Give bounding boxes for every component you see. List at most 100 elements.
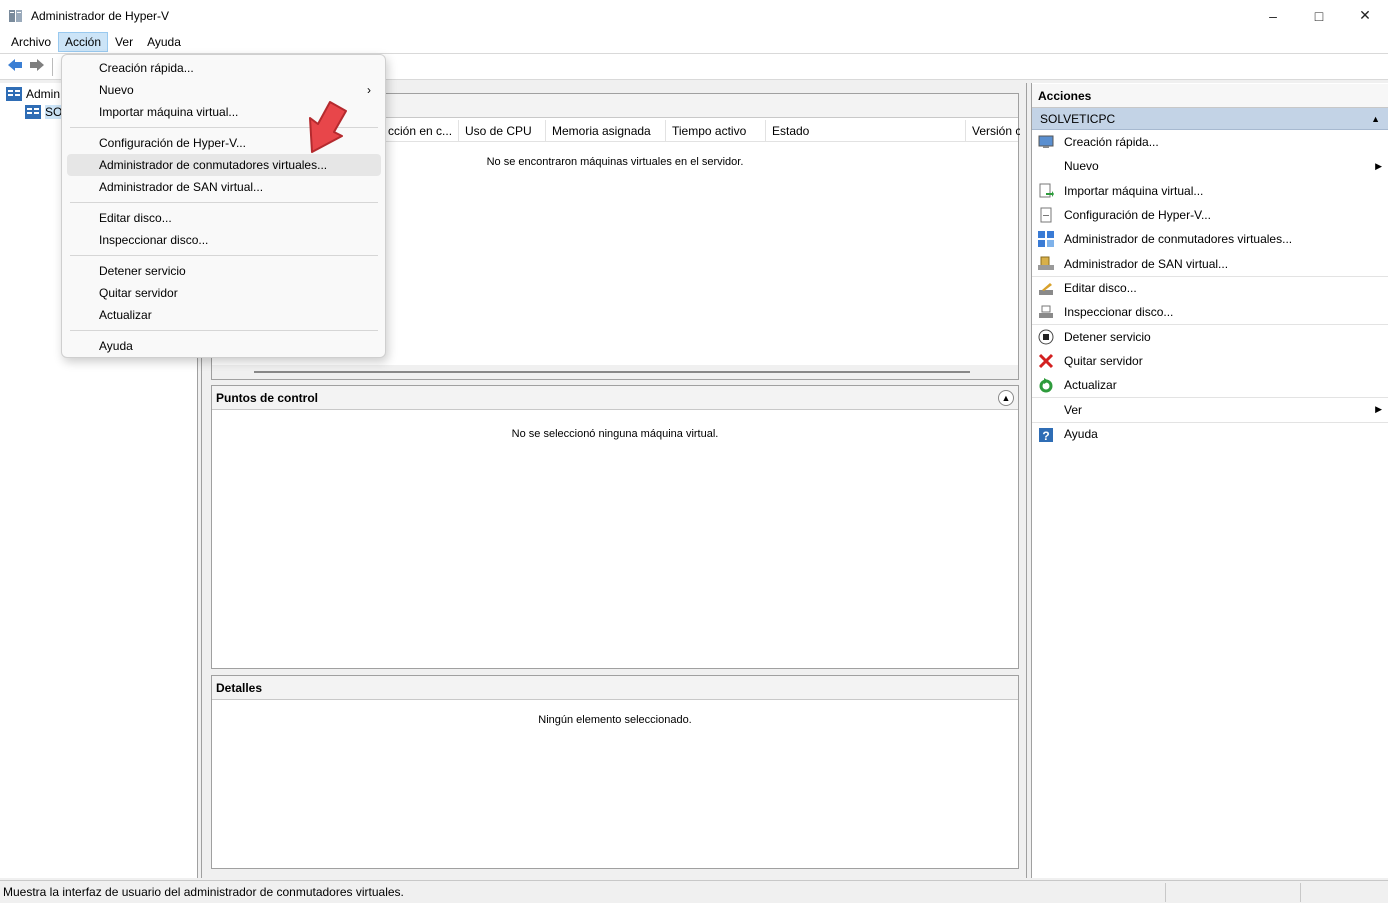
annotation-arrow-icon (300, 98, 352, 156)
action-import-vm[interactable]: Importar máquina virtual... (1032, 179, 1388, 203)
checkpoints-title: Puntos de control (216, 391, 318, 405)
inspect-disk-icon (1038, 304, 1054, 320)
menu-item-help[interactable]: Ayuda (67, 335, 381, 357)
minimize-button[interactable]: – (1250, 0, 1296, 31)
tree-item-server[interactable]: SO (25, 103, 63, 121)
tree-server-label: SO (45, 105, 63, 119)
menu-item-label: Nuevo (99, 83, 134, 97)
section-label: SOLVETICPC (1040, 112, 1116, 126)
edit-disk-icon (1038, 281, 1054, 297)
checkpoints-empty-message: No se seleccionó ninguna máquina virtual… (511, 428, 719, 440)
actions-section-header[interactable]: SOLVETICPC ▲ (1032, 108, 1388, 130)
action-label: Inspeccionar disco... (1064, 305, 1174, 320)
action-refresh[interactable]: Actualizar (1032, 373, 1388, 397)
column-header[interactable]: Versión c (966, 120, 1020, 142)
column-header[interactable]: Estado (766, 120, 966, 142)
hyperv-app-icon (8, 8, 24, 24)
action-help[interactable]: ? Ayuda (1032, 421, 1388, 446)
status-divider (1165, 883, 1166, 902)
settings-page-icon (1038, 207, 1054, 223)
menu-item-inspect-disk[interactable]: Inspeccionar disco... (67, 229, 381, 251)
action-quick-create[interactable]: Creación rápida... (1032, 130, 1388, 154)
status-divider (1300, 883, 1301, 902)
action-view[interactable]: Ver ▶ (1032, 397, 1388, 421)
action-label: Detener servicio (1064, 330, 1151, 345)
menu-item-virtual-switch-manager[interactable]: Administrador de conmutadores virtuales.… (67, 154, 381, 176)
menu-item-stop-service[interactable]: Detener servicio (67, 260, 381, 282)
action-new[interactable]: Nuevo ▶ (1032, 154, 1388, 178)
action-stop-service[interactable]: Detener servicio (1032, 324, 1388, 348)
svg-text:?: ? (1042, 429, 1049, 443)
column-header[interactable]: Tiempo activo (666, 120, 766, 142)
checkpoints-panel: Puntos de control ▲ No se seleccionó nin… (211, 385, 1019, 669)
action-remove-server[interactable]: Quitar servidor (1032, 349, 1388, 373)
status-bar: Muestra la interfaz de usuario del admin… (0, 880, 1388, 903)
tree-root-label: Admin (26, 87, 61, 101)
column-header[interactable]: Uso de CPU (459, 120, 546, 142)
menu-separator (70, 330, 378, 331)
back-button[interactable] (4, 57, 26, 77)
details-panel: Detalles Ningún elemento seleccionado. (211, 675, 1019, 869)
tree-item-root[interactable]: Admin (6, 85, 60, 103)
close-button[interactable]: ✕ (1342, 0, 1388, 31)
back-arrow-icon (7, 58, 23, 75)
menu-accion[interactable]: Acción (58, 32, 109, 52)
action-label: Editar disco... (1064, 281, 1137, 296)
switch-manager-icon (1038, 231, 1054, 248)
import-icon (1038, 183, 1054, 199)
action-label: Importar máquina virtual... (1064, 183, 1204, 198)
menu-separator (70, 255, 378, 256)
refresh-icon (1038, 377, 1054, 393)
stop-icon (1038, 329, 1054, 345)
menu-ayuda[interactable]: Ayuda (140, 32, 188, 52)
menu-item-edit-disk[interactable]: Editar disco... (67, 207, 381, 229)
menu-item-remove-server[interactable]: Quitar servidor (67, 282, 381, 304)
collapse-up-icon[interactable]: ▲ (998, 390, 1014, 406)
action-label: Quitar servidor (1064, 353, 1143, 368)
column-header[interactable]: Memoria asignada (546, 120, 666, 142)
collapse-triangle-icon[interactable]: ▲ (1371, 108, 1380, 130)
maximize-button[interactable]: □ (1296, 0, 1342, 31)
action-inspect-disk[interactable]: Inspeccionar disco... (1032, 300, 1388, 324)
forward-button[interactable] (26, 57, 48, 77)
title-bar: Administrador de Hyper-V – □ ✕ (0, 0, 1388, 31)
san-manager-icon (1038, 255, 1054, 271)
column-header[interactable]: cción en c... (382, 120, 459, 142)
details-empty-message: Ningún elemento seleccionado. (538, 714, 692, 726)
actions-title: Acciones (1032, 84, 1388, 108)
action-label: Nuevo (1064, 159, 1099, 174)
chevron-right-icon: › (367, 83, 371, 97)
details-title: Detalles (216, 681, 263, 695)
quick-create-icon (1038, 134, 1054, 150)
menu-item-virtual-san-manager[interactable]: Administrador de SAN virtual... (67, 176, 381, 198)
action-label: Configuración de Hyper-V... (1064, 208, 1211, 223)
action-hyperv-settings[interactable]: Configuración de Hyper-V... (1032, 203, 1388, 227)
action-label: Ayuda (1064, 427, 1098, 442)
help-icon: ? (1038, 427, 1054, 443)
menu-bar: Archivo Acción Ver Ayuda (0, 31, 1388, 53)
menu-ver[interactable]: Ver (108, 32, 140, 52)
details-header: Detalles (212, 676, 1018, 700)
submenu-arrow-icon: ▶ (1375, 160, 1382, 171)
action-label: Ver (1064, 402, 1083, 417)
server-icon (25, 104, 41, 120)
submenu-arrow-icon: ▶ (1375, 404, 1382, 415)
remove-x-icon (1038, 353, 1054, 369)
action-label: Administrador de conmutadores virtuales.… (1064, 232, 1293, 247)
menu-item-refresh[interactable]: Actualizar (67, 304, 381, 326)
action-label: Actualizar (1064, 378, 1117, 393)
action-virtual-switch-manager[interactable]: Administrador de conmutadores virtuales.… (1032, 227, 1388, 251)
action-edit-disk[interactable]: Editar disco... (1032, 275, 1388, 300)
horizontal-scrollbar[interactable] (212, 365, 1018, 379)
checkpoints-header: Puntos de control ▲ (212, 386, 1018, 410)
menu-archivo[interactable]: Archivo (4, 32, 58, 52)
menu-item-quick-create[interactable]: Creación rápida... (67, 57, 381, 79)
hyperv-manager-icon (6, 86, 22, 102)
action-virtual-san-manager[interactable]: Administrador de SAN virtual... (1032, 251, 1388, 275)
status-text: Muestra la interfaz de usuario del admin… (3, 885, 404, 899)
scrollbar-thumb[interactable] (254, 371, 970, 373)
action-label: Administrador de SAN virtual... (1064, 256, 1229, 271)
window-title: Administrador de Hyper-V (31, 8, 170, 23)
toolbar-separator (52, 57, 53, 76)
action-label: Creación rápida... (1064, 135, 1159, 150)
